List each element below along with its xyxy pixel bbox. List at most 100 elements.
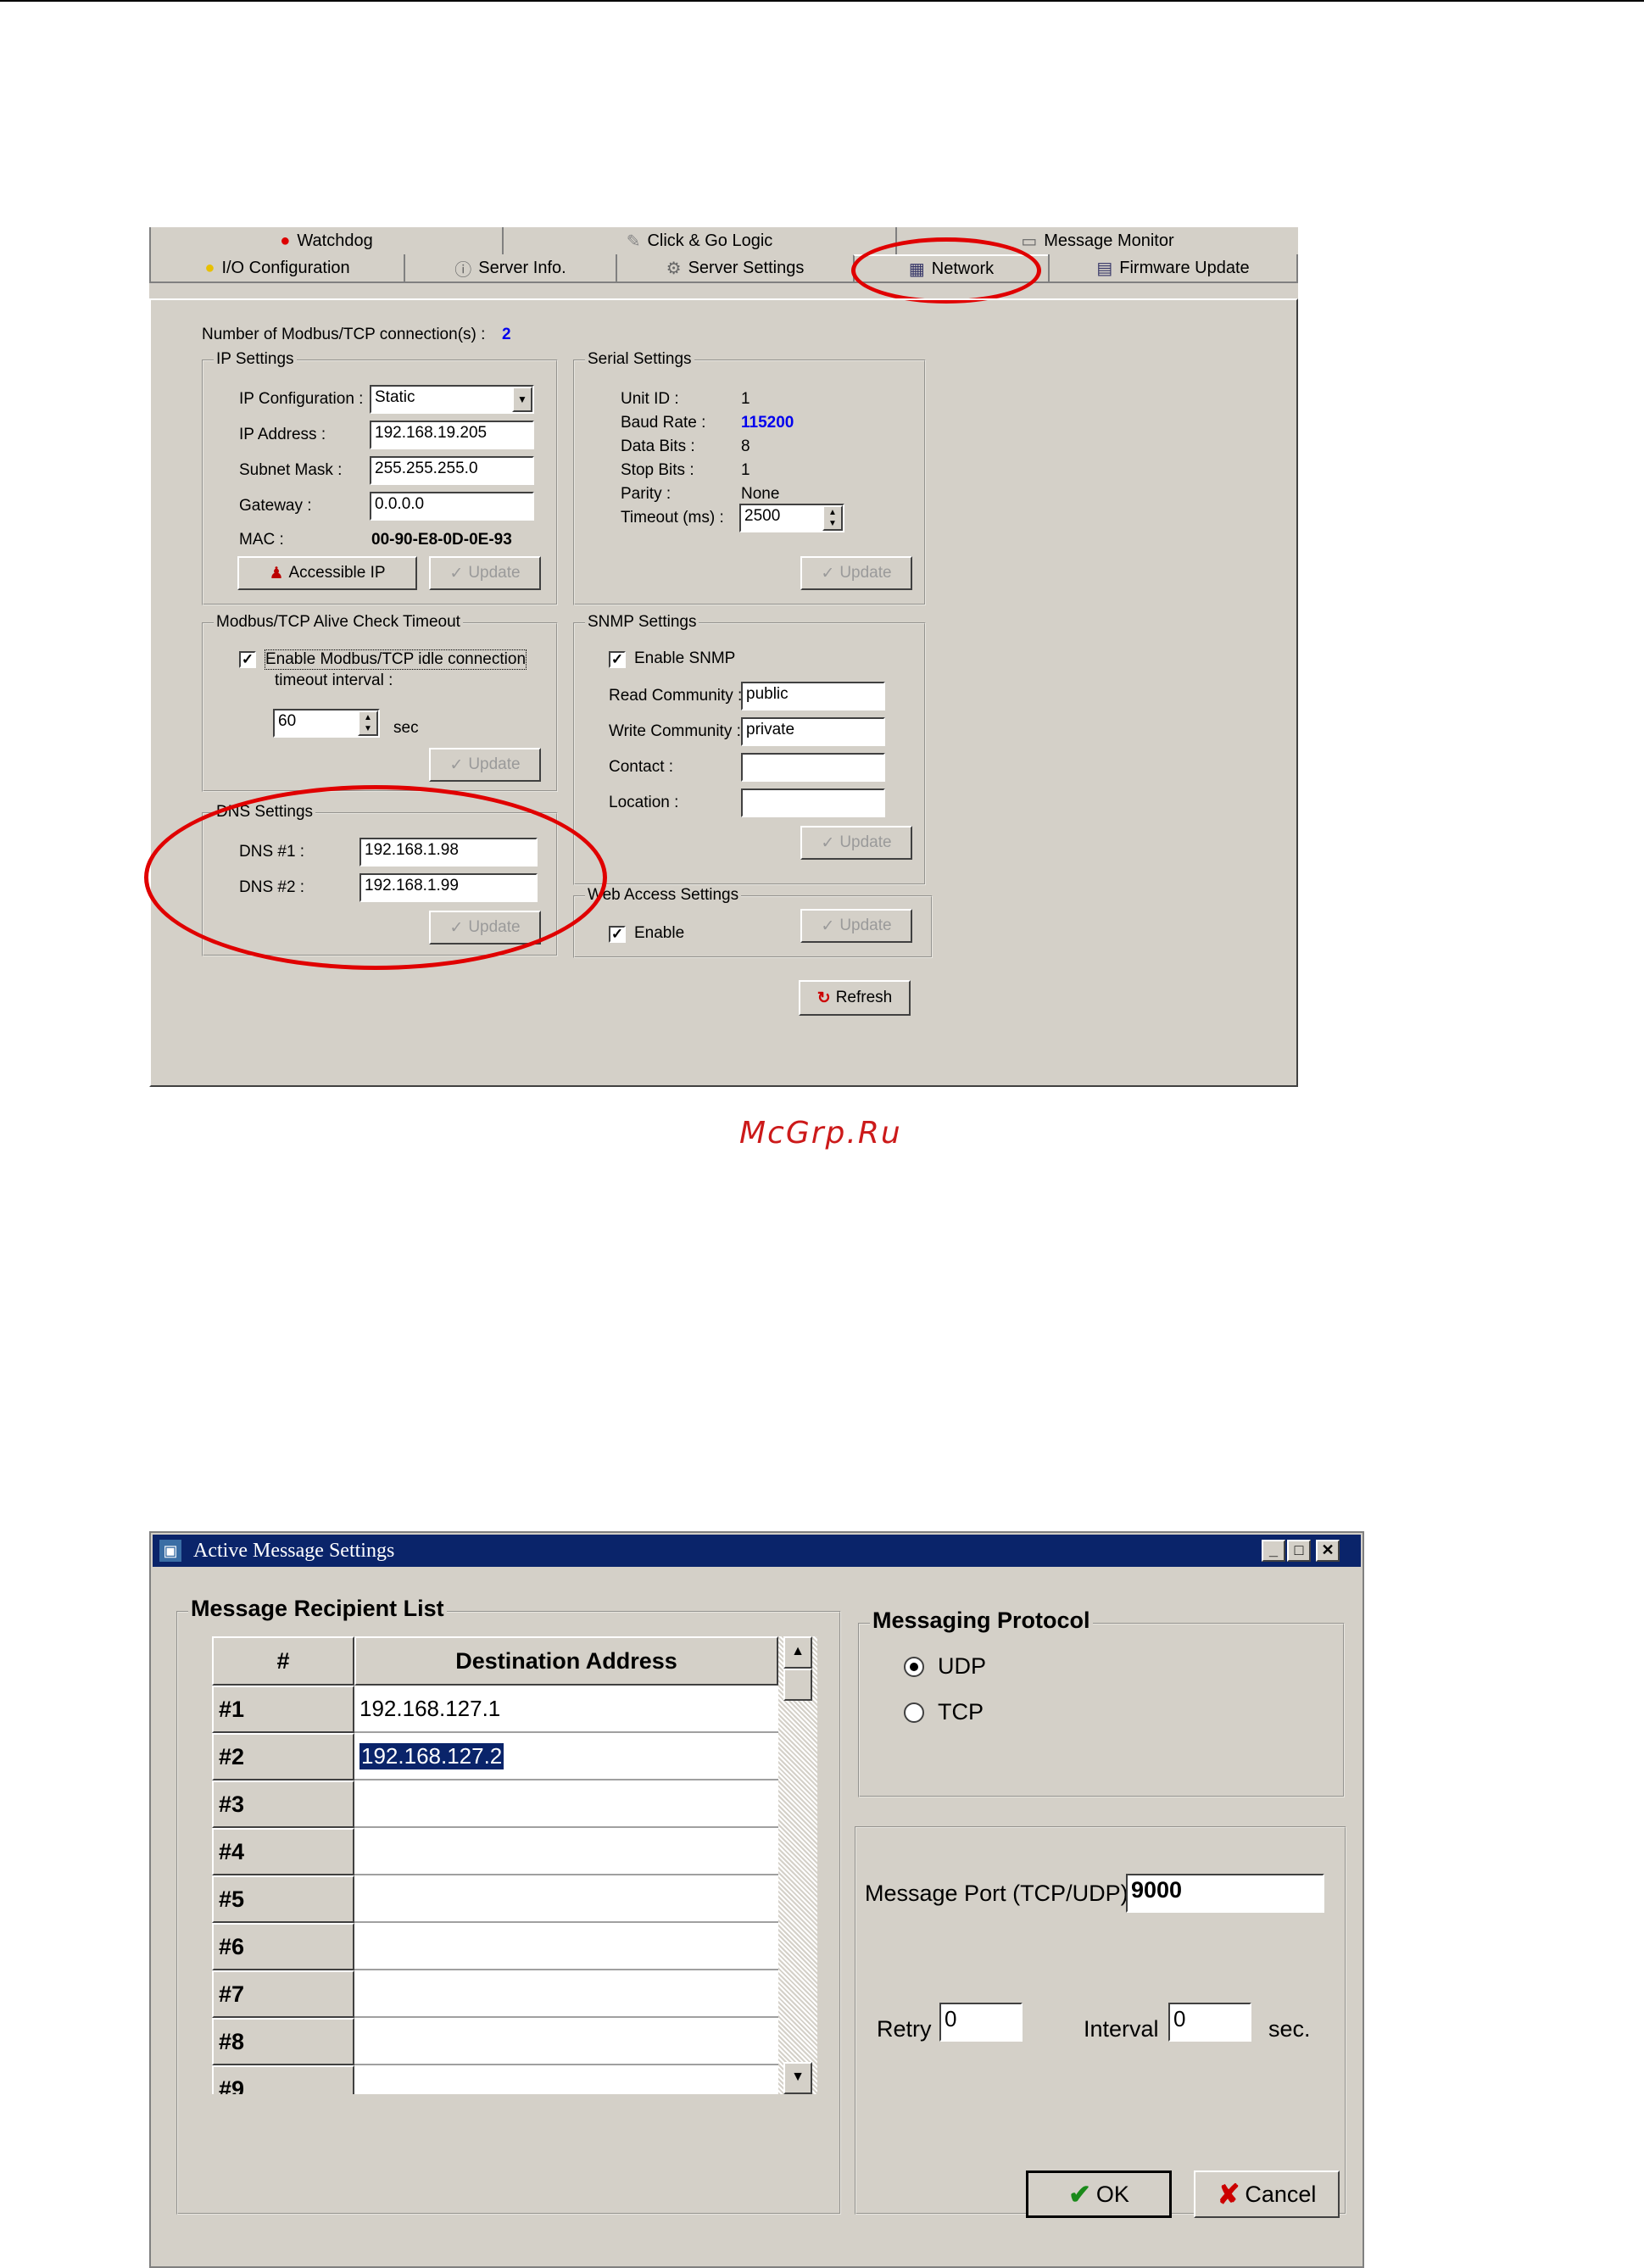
tab-label: Server Info. [478,258,566,277]
row-header: #9 [212,2065,354,2094]
ip-address-label: IP Address : [239,426,326,443]
tab-io-configuration[interactable]: ● I/O Configuration [149,254,404,281]
messaging-protocol-title: Messaging Protocol [870,1608,1093,1634]
data-bits-value: 8 [741,437,750,455]
tab-server-settings[interactable]: ⚙ Server Settings [616,254,853,281]
cancel-button[interactable]: ✘ Cancel [1194,2170,1340,2218]
tab-watchdog[interactable]: ● Watchdog [149,227,502,254]
write-community-label: Write Community : [609,722,741,740]
settings-icon: ⚙ [666,259,682,278]
cross-icon: ✘ [1217,2179,1240,2209]
messaging-protocol-group: Messaging Protocol UDP TCP [858,1608,1345,1797]
app-icon: ▣ [159,1540,181,1562]
destination-address-cell[interactable] [354,1875,778,1923]
location-label: Location : [609,794,679,811]
column-header-destination: Destination Address [354,1636,778,1686]
checkmark-icon: ✓ [821,833,835,852]
refresh-button[interactable]: ↻ Refresh [799,980,911,1016]
dns-highlight [144,785,607,970]
recipient-table: # Destination Address #1 192.168.127.1 #2 1… [212,1636,817,2094]
chevron-down-icon[interactable]: ▼ [512,387,532,412]
tab-click-go-logic[interactable]: ✎ Click & Go Logic [502,227,895,254]
ip-address-input[interactable]: 192.168.19.205 [370,421,534,449]
alive-check-group: Modbus/TCP Alive Check Timeout ✓ Enable … [202,613,558,792]
contact-input[interactable] [741,753,885,782]
destination-address-cell[interactable]: 192.168.127.2 [354,1733,778,1780]
snmp-settings-group: SNMP Settings ✓ Enable SNMP Read Communi… [573,613,926,885]
row-header: #1 [212,1686,354,1733]
page-top-rule [0,0,1644,2]
tab-label: Firmware Update [1119,258,1250,277]
ip-settings-title: IP Settings [214,350,297,369]
interval-input[interactable]: 0 [1168,2003,1251,2042]
subnet-mask-input[interactable]: 255.255.255.0 [370,456,534,485]
minimize-button[interactable]: _ [1262,1540,1285,1562]
gateway-input[interactable]: 0.0.0.0 [370,492,534,521]
spin-arrows-icon[interactable]: ▲ ▼ [358,710,378,736]
alive-check-update-button[interactable]: ✓ Update [429,748,541,782]
spin-arrows-icon[interactable]: ▲ ▼ [822,505,843,531]
scroll-thumb[interactable] [783,1669,812,1701]
destination-address-cell[interactable] [354,1923,778,1970]
ok-button[interactable]: ✔ OK [1026,2170,1172,2218]
destination-address-cell[interactable] [354,1780,778,1828]
udp-radio[interactable] [904,1657,924,1677]
message-port-label: Message Port (TCP/UDP) : [865,1881,1141,1906]
ip-config-select[interactable]: Static ▼ [370,385,534,414]
subnet-mask-label: Subnet Mask : [239,461,343,479]
read-community-input[interactable]: public [741,682,885,710]
alive-check-checkbox[interactable]: ✓ [239,651,256,668]
maximize-button[interactable]: □ [1287,1540,1311,1562]
title-bar: ▣ Active Message Settings _ □ ✕ [153,1535,1361,1567]
ok-label: OK [1095,2181,1129,2207]
web-access-update-button[interactable]: ✓ Update [800,909,912,943]
serial-settings-title: Serial Settings [585,350,694,369]
checkmark-icon: ✓ [821,917,835,935]
destination-address-cell[interactable]: 192.168.127.1 [354,1686,778,1733]
web-access-group: Web Access Settings ✓ Enable ✓ Update [573,886,933,958]
vertical-scrollbar[interactable]: ▲ ▼ [778,1636,817,2094]
row-header: #4 [212,1828,354,1875]
snmp-enable-checkbox[interactable]: ✓ [609,651,626,668]
scroll-down-arrow-icon[interactable]: ▼ [783,2062,812,2094]
web-access-enable-checkbox[interactable]: ✓ [609,926,626,943]
tab-firmware-update[interactable]: ▤ Firmware Update [1048,254,1298,281]
web-access-title: Web Access Settings [585,886,742,905]
tcp-radio[interactable] [904,1702,924,1723]
timeout-stepper[interactable]: 2500 ▲ ▼ [739,504,844,532]
stop-bits-value: 1 [741,461,750,479]
serial-update-button[interactable]: ✓ Update [800,556,912,590]
tab-row-2: ● I/O Configuration ⓘ Server Info. ⚙ Ser… [149,254,1298,283]
info-icon: ⓘ [454,260,472,280]
tab-server-info[interactable]: ⓘ Server Info. [404,254,616,281]
scroll-up-arrow-icon[interactable]: ▲ [783,1636,812,1669]
interval-stepper[interactable]: 60 ▲ ▼ [273,709,380,738]
destination-address-cell[interactable] [354,2018,778,2065]
destination-address-cell[interactable] [354,1828,778,1875]
accessible-ip-label: Accessible IP [288,564,386,582]
row-header: #2 [212,1733,354,1780]
destination-address-cell[interactable] [354,1970,778,2018]
checkmark-icon: ✓ [449,564,464,582]
write-community-input[interactable]: private [741,717,885,746]
retry-input[interactable]: 0 [939,2003,1023,2042]
parity-value: None [741,485,780,503]
accessible-ip-button[interactable]: ♟ Accessible IP [237,556,417,590]
snmp-update-button[interactable]: ✓ Update [800,826,912,860]
message-port-input[interactable]: 9000 [1126,1874,1324,1913]
retry-label: Retry [877,2016,932,2042]
tcp-label: TCP [938,1699,984,1725]
close-button[interactable]: ✕ [1316,1540,1340,1562]
update-label: Update [839,917,892,934]
connections-value: 2 [502,326,511,343]
destination-address-value: 192.168.127.2 [359,1742,504,1769]
alive-check-title: Modbus/TCP Alive Check Timeout [214,613,463,632]
checkmark-icon: ✓ [821,564,835,582]
refresh-label: Refresh [835,989,893,1006]
location-input[interactable] [741,789,885,817]
ip-update-button[interactable]: ✓ Update [429,556,541,590]
snmp-settings-title: SNMP Settings [585,613,699,632]
update-label: Update [468,564,521,582]
checkmark-icon: ✓ [449,755,464,774]
destination-address-cell[interactable] [354,2065,778,2094]
